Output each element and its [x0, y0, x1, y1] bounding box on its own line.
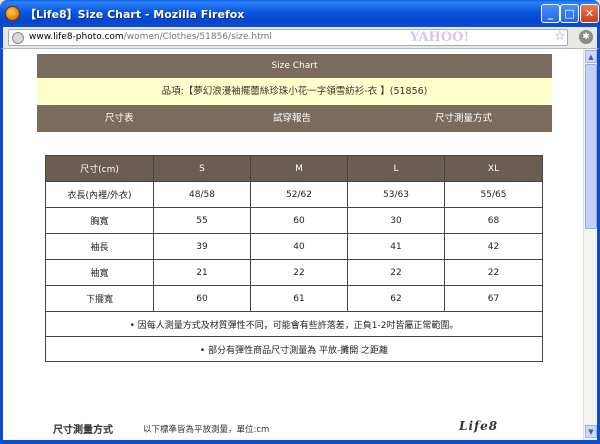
table-cell: 下擺寬 — [45, 285, 154, 312]
table-header-cell: XL — [444, 155, 543, 182]
table-cell: 41 — [347, 233, 445, 260]
table-note-row: • 部分有彈性商品尺寸測量為 平放-攤開 之距離 — [45, 336, 543, 362]
table-note-row: • 因每人測量方式及材質彈性不同，可能會有些許落差，正負1-2吋皆屬正常範圍。 — [45, 311, 543, 337]
scroll-up-button[interactable]: ▲ — [585, 50, 597, 63]
vertical-scrollbar[interactable]: ▲ ▼ — [583, 49, 597, 440]
table-cell: 21 — [153, 259, 251, 286]
table-row: 胸寬 55 60 30 68 — [45, 207, 543, 234]
table-note: • 部分有彈性商品尺寸測量為 平放-攤開 之距離 — [45, 336, 543, 362]
table-cell: 22 — [250, 259, 348, 286]
window-border-bottom — [0, 440, 600, 444]
close-button[interactable]: ✕ — [580, 4, 599, 23]
close-icon: ✕ — [584, 7, 595, 20]
table-cell: 22 — [347, 259, 445, 286]
measurement-section-title: 尺寸測量方式 — [53, 425, 113, 436]
table-cell: 55 — [153, 207, 251, 234]
gear-icon[interactable]: ✱ — [579, 30, 593, 44]
page-content: Size Chart 品項:【夢幻浪漫袖擺蕾絲珍珠小花一字領雪紡衫-衣 】(51… — [3, 49, 583, 440]
maximize-button[interactable]: □ — [560, 4, 579, 23]
table-cell: 42 — [444, 233, 543, 260]
url-text[interactable]: www.life8-photo.com/women/Clothes/51856/… — [29, 32, 272, 42]
window-titlebar: 【Life8】Size Chart - Mozilla Firefox _ □ … — [0, 0, 600, 27]
minimize-button[interactable]: _ — [541, 4, 560, 23]
table-cell: 55/65 — [444, 181, 543, 208]
scroll-thumb[interactable] — [585, 64, 597, 229]
search-engine-logo: YAHOO! — [410, 30, 470, 45]
star-icon[interactable]: ☆ — [554, 29, 566, 44]
table-cell: 60 — [153, 285, 251, 312]
page-header-title: Size Chart — [37, 54, 552, 78]
table-cell: 60 — [250, 207, 348, 234]
maximize-icon: □ — [564, 7, 575, 20]
navigation-bar: www.life8-photo.com/women/Clothes/51856/… — [0, 27, 600, 49]
table-header-cell: S — [153, 155, 251, 182]
table-cell: 53/63 — [347, 181, 445, 208]
table-row: 下擺寬 60 61 62 67 — [45, 285, 543, 312]
minimize-icon: _ — [547, 7, 554, 20]
tab-measurement-method[interactable]: 尺寸測量方式 — [435, 105, 492, 132]
url-domain: www.life8-photo.com — [29, 32, 124, 42]
scroll-down-button[interactable]: ▼ — [585, 425, 597, 438]
product-name: 品項:【夢幻浪漫袖擺蕾絲珍珠小花一字領雪紡衫-衣 】(51856) — [37, 78, 552, 105]
firefox-icon — [5, 6, 20, 21]
table-cell: 67 — [444, 285, 543, 312]
site-identity-icon[interactable] — [12, 32, 24, 44]
table-row: 袖寬 21 22 22 22 — [45, 259, 543, 286]
table-header-row: 尺寸(cm) S M L XL — [45, 155, 543, 182]
table-cell: 衣長(內裡/外衣) — [45, 181, 154, 208]
table-header-cell: 尺寸(cm) — [45, 155, 154, 182]
table-cell: 61 — [250, 285, 348, 312]
table-row: 衣長(內裡/外衣) 48/58 52/62 53/63 55/65 — [45, 181, 543, 208]
table-cell: 胸寬 — [45, 207, 154, 234]
url-path: /women/Clothes/51856/size.html — [123, 32, 272, 42]
table-cell: 52/62 — [250, 181, 348, 208]
table-note: • 因每人測量方式及材質彈性不同，可能會有些許落差，正負1-2吋皆屬正常範圍。 — [45, 311, 543, 337]
table-header-cell: M — [250, 155, 348, 182]
size-table: 尺寸(cm) S M L XL 衣長(內裡/外衣) 48/58 52/62 53… — [45, 155, 543, 362]
address-bar[interactable]: www.life8-photo.com/women/Clothes/51856/… — [8, 29, 568, 46]
table-row: 袖長 39 40 41 42 — [45, 233, 543, 260]
table-cell: 48/58 — [153, 181, 251, 208]
table-cell: 30 — [347, 207, 445, 234]
table-cell: 39 — [153, 233, 251, 260]
table-cell: 袖寬 — [45, 259, 154, 286]
table-cell: 68 — [444, 207, 543, 234]
table-cell: 62 — [347, 285, 445, 312]
tab-size-table[interactable]: 尺寸表 — [105, 105, 134, 132]
table-cell: 22 — [444, 259, 543, 286]
tab-bar: 尺寸表 試穿報告 尺寸測量方式 — [37, 105, 552, 132]
table-cell: 40 — [250, 233, 348, 260]
table-cell: 袖長 — [45, 233, 154, 260]
table-header-cell: L — [347, 155, 445, 182]
measurement-note: 以下標準皆為平放測量，單位:cm — [143, 425, 270, 435]
tab-fitting-report[interactable]: 試穿報告 — [273, 105, 311, 132]
life8-logo: Life8 — [459, 419, 499, 433]
window-title: 【Life8】Size Chart - Mozilla Firefox — [25, 8, 245, 21]
